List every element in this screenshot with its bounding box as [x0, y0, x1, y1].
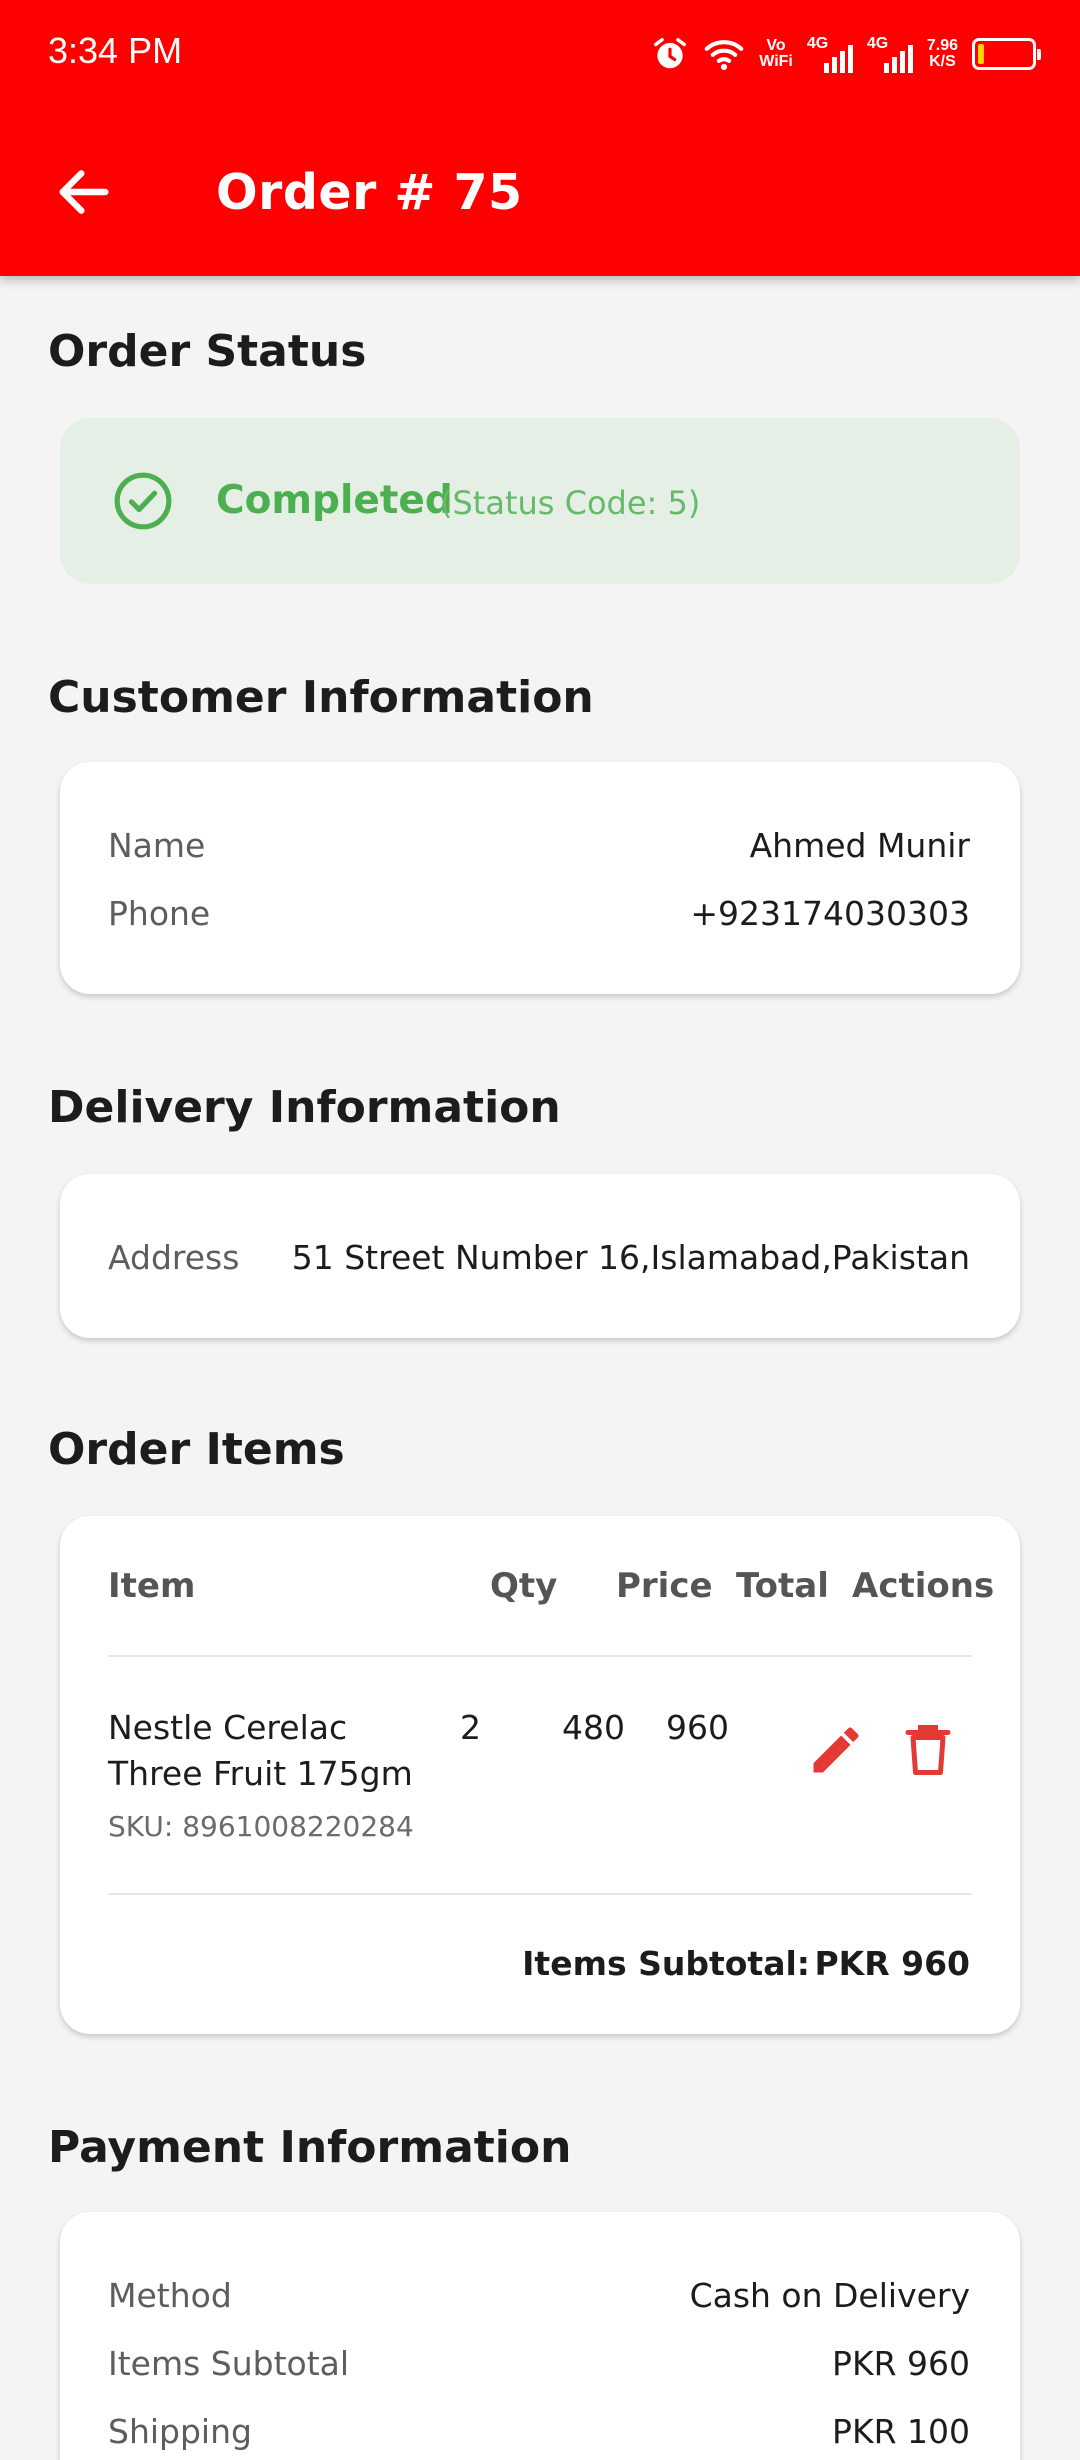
status-icons: Vo WiFi 4G 4G 7.96 K/S	[651, 30, 1041, 78]
col-header-actions: Actions	[852, 1566, 995, 1606]
delete-trash-icon[interactable]	[898, 1720, 958, 1780]
status-code: (Status Code: 5)	[440, 484, 701, 522]
items-subtotal-value: PKR 960	[814, 1944, 970, 1983]
name-label: Name	[108, 826, 206, 865]
shipping-label: Shipping	[108, 2412, 252, 2451]
item-price: 480	[562, 1708, 625, 1747]
method-value: Cash on Delivery	[689, 2276, 970, 2315]
item-name-line1: Nestle Cerelac	[108, 1708, 348, 1747]
col-header-total: Total	[736, 1566, 829, 1606]
customer-info-title: Customer Information	[48, 672, 594, 723]
wifi-icon	[704, 40, 744, 71]
subtotal-divider	[108, 1893, 972, 1895]
payment-subtotal-label: Items Subtotal	[108, 2344, 350, 2383]
phone-value: +923174030303	[690, 894, 970, 933]
app-bar: 3:34 PM Vo WiFi 4G 4G 7.96 K/S Order # 7…	[0, 0, 1080, 276]
method-label: Method	[108, 2276, 232, 2315]
alarm-icon	[654, 38, 687, 69]
phone-label: Phone	[108, 894, 211, 933]
delivery-info-title: Delivery Information	[48, 1082, 561, 1133]
items-subtotal-label: Items Subtotal:	[522, 1944, 810, 1983]
vowifi-indicator: Vo WiFi	[759, 37, 793, 70]
status-label: Completed	[216, 478, 453, 523]
signal-2-icon: 4G	[867, 35, 913, 73]
item-qty: 2	[460, 1708, 481, 1747]
edit-pencil-icon[interactable]	[806, 1720, 866, 1780]
col-header-price: Price	[616, 1566, 713, 1606]
payment-info-title: Payment Information	[48, 2122, 572, 2173]
status-bar: 3:34 PM Vo WiFi 4G 4G 7.96 K/S	[0, 0, 1080, 110]
item-name-line2: Three Fruit 175gm	[108, 1754, 413, 1793]
col-header-qty: Qty	[490, 1566, 558, 1606]
shipping-value: PKR 100	[832, 2412, 970, 2451]
item-sku: SKU: 8961008220284	[108, 1810, 414, 1843]
table-divider	[108, 1655, 972, 1657]
net-speed: 7.96 K/S	[926, 37, 958, 70]
address-label: Address	[108, 1238, 240, 1277]
name-value: Ahmed Munir	[749, 826, 970, 865]
order-items-title: Order Items	[48, 1424, 345, 1475]
signal-1-icon: 4G	[807, 35, 853, 73]
check-circle-icon	[114, 472, 172, 530]
customer-card	[60, 762, 1020, 994]
payment-subtotal-value: PKR 960	[832, 2344, 970, 2383]
col-header-item: Item	[108, 1566, 196, 1606]
address-value: 51 Street Number 16,Islamabad,Pakistan	[291, 1238, 970, 1277]
back-arrow-icon[interactable]	[52, 160, 116, 224]
page-title: Order # 75	[216, 164, 523, 221]
order-status-title: Order Status	[48, 326, 367, 377]
battery-icon	[972, 38, 1041, 70]
item-total: 960	[666, 1708, 729, 1747]
status-time: 3:34 PM	[48, 30, 183, 71]
